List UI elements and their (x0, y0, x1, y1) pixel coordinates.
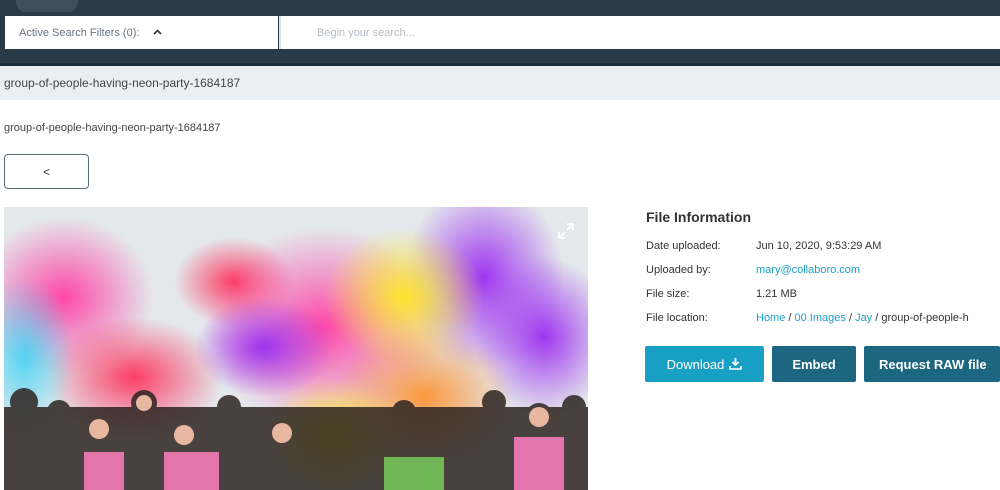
file-location-label: File location: (646, 312, 708, 324)
expand-icon[interactable] (556, 221, 576, 241)
location-home-link[interactable]: Home (756, 312, 785, 324)
location-subfolder-link[interactable]: Jay (855, 312, 872, 324)
back-button-label: < (42, 164, 50, 179)
page-title: group-of-people-having-neon-party-168418… (4, 76, 241, 90)
search-filters-label: Active Search Filters (0): (19, 26, 140, 39)
uploaded-by-link[interactable]: mary@collaboro.com (756, 264, 860, 276)
party-photo (4, 207, 588, 490)
date-uploaded-row: Date uploaded: Jun 10, 2020, 9:53:29 AM (646, 240, 881, 252)
embed-button[interactable]: Embed (772, 346, 856, 382)
back-button[interactable]: < (4, 154, 89, 189)
request-raw-label: Request RAW file (879, 356, 987, 372)
download-icon (729, 358, 743, 370)
embed-button-label: Embed (792, 356, 836, 372)
file-size-value: 1.21 MB (756, 288, 797, 300)
download-button-label: Download (666, 356, 725, 372)
file-size-row: File size: 1.21 MB (646, 288, 797, 300)
uploaded-by-row: Uploaded by: mary@collaboro.com (646, 264, 860, 276)
search-bar: Active Search Filters (0): (0, 14, 1000, 66)
file-location-row: File location: Home / 00 Images / Jay / g… (646, 312, 969, 324)
file-info-heading: File Information (646, 209, 751, 225)
download-button[interactable]: Download (645, 346, 764, 382)
page-subtitle: group-of-people-having-neon-party-168418… (4, 122, 221, 134)
request-raw-button[interactable]: Request RAW file (864, 346, 1000, 382)
location-separator: / (785, 312, 795, 324)
location-folder-link[interactable]: 00 Images (795, 312, 846, 324)
search-filters-toggle[interactable]: Active Search Filters (0): (5, 16, 278, 49)
image-preview[interactable] (4, 207, 588, 490)
location-separator: / (845, 312, 856, 324)
uploaded-by-label: Uploaded by: (646, 264, 711, 276)
file-size-label: File size: (646, 288, 690, 300)
location-filename: / group-of-people-h (872, 312, 969, 324)
top-tab[interactable] (16, 0, 78, 12)
page-title-band: group-of-people-having-neon-party-168418… (0, 66, 1000, 100)
top-bar (0, 0, 1000, 14)
chevron-up-icon (153, 27, 162, 38)
search-input[interactable] (281, 16, 1000, 49)
date-uploaded-value: Jun 10, 2020, 9:53:29 AM (756, 240, 882, 252)
date-uploaded-label: Date uploaded: (646, 240, 721, 252)
